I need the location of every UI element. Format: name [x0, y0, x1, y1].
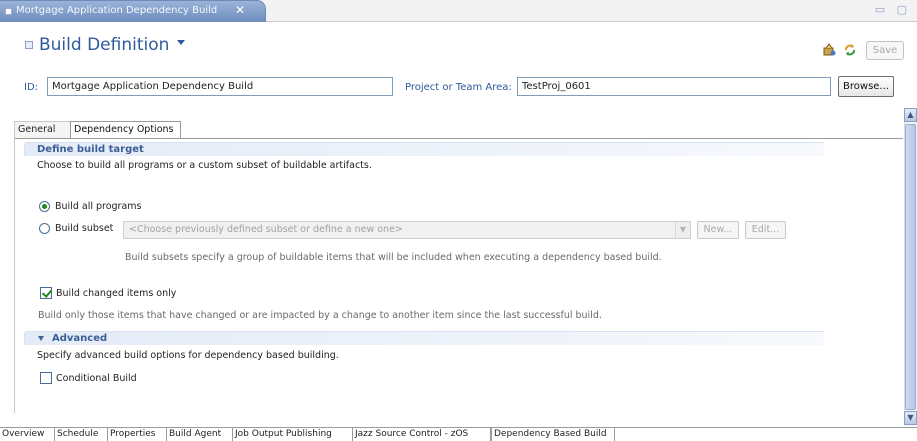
build-changed-only-checkbox[interactable]	[40, 287, 52, 299]
editor-tab-title: Mortgage Application Dependency Build	[16, 5, 218, 16]
title-menu-chevron-down-icon[interactable]	[177, 40, 185, 45]
advanced-section-header[interactable]: Advanced	[24, 331, 824, 345]
define-target-description: Choose to build all programs or a custom…	[37, 160, 372, 171]
scroll-up-icon[interactable]: ▲	[904, 108, 917, 122]
project-area-field[interactable]: TestProj_0601	[517, 77, 831, 96]
editor-tab[interactable]: Mortgage Application Dependency Build ✕	[0, 0, 266, 22]
changed-only-hint: Build only those items that have changed…	[38, 310, 602, 321]
conditional-build-checkbox[interactable]	[40, 372, 52, 384]
page-title: Build Definition	[39, 35, 170, 55]
page-tab-schedule[interactable]: Schedule	[55, 428, 108, 441]
request-build-icon[interactable]	[822, 43, 836, 57]
tab-content-border	[14, 138, 903, 139]
page-tab-build-agent[interactable]: Build Agent	[167, 428, 233, 441]
build-all-label: Build all programs	[55, 201, 142, 212]
edit-subset-button[interactable]: Edit...	[745, 221, 786, 239]
id-field[interactable]: Mortgage Application Dependency Build	[47, 77, 393, 96]
project-area-label: Project or Team Area:	[405, 82, 512, 93]
page-tab-dependency-based-build[interactable]: Dependency Based Build	[491, 428, 615, 441]
close-icon[interactable]: ✕	[235, 3, 245, 17]
scroll-down-icon[interactable]: ▼	[904, 411, 917, 425]
tab-general[interactable]: General	[14, 121, 70, 138]
save-button[interactable]: Save	[866, 41, 904, 60]
conditional-build-label: Conditional Build	[56, 373, 137, 384]
id-label: ID:	[24, 82, 39, 93]
editor-tab-bar: Mortgage Application Dependency Build ✕ …	[0, 0, 917, 22]
build-all-radio[interactable]	[39, 201, 50, 212]
new-subset-button[interactable]: New...	[697, 221, 739, 239]
build-definition-icon	[5, 8, 12, 15]
browse-button[interactable]: Browse...	[838, 76, 894, 97]
tab-dependency-options[interactable]: Dependency Options	[70, 121, 181, 139]
minimize-maximize-icon[interactable]: ▭ ▢	[875, 3, 911, 16]
page-tab-properties[interactable]: Properties	[108, 428, 167, 441]
page-tab-jazz-source-control[interactable]: Jazz Source Control - zOS	[353, 428, 491, 441]
tab-content-left-border	[14, 138, 15, 413]
page-tab-overview[interactable]: Overview	[0, 428, 55, 441]
build-changed-only-label: Build changed items only	[56, 288, 177, 299]
expand-twisty-icon[interactable]	[38, 336, 44, 341]
subset-placeholder: <Choose previously defined subset or def…	[129, 224, 403, 235]
page-tab-job-output-publishing[interactable]: Job Output Publishing	[233, 428, 353, 441]
section-title: Advanced	[52, 333, 108, 344]
define-build-target-section-header: Define build target	[24, 142, 824, 156]
build-definition-icon	[25, 41, 33, 49]
editor-page-tabs: Overview Schedule Properties Build Agent…	[0, 427, 917, 441]
refresh-icon[interactable]	[843, 43, 857, 57]
build-subset-label: Build subset	[55, 223, 114, 234]
build-subset-radio[interactable]	[39, 223, 50, 234]
advanced-description: Specify advanced build options for depen…	[37, 350, 339, 361]
subset-select[interactable]: <Choose previously defined subset or def…	[123, 221, 691, 239]
scrollbar-thumb[interactable]	[905, 124, 916, 410]
chevron-down-icon[interactable]: ▼	[675, 222, 690, 238]
section-title: Define build target	[37, 144, 144, 155]
subset-hint: Build subsets specify a group of buildab…	[125, 252, 662, 263]
